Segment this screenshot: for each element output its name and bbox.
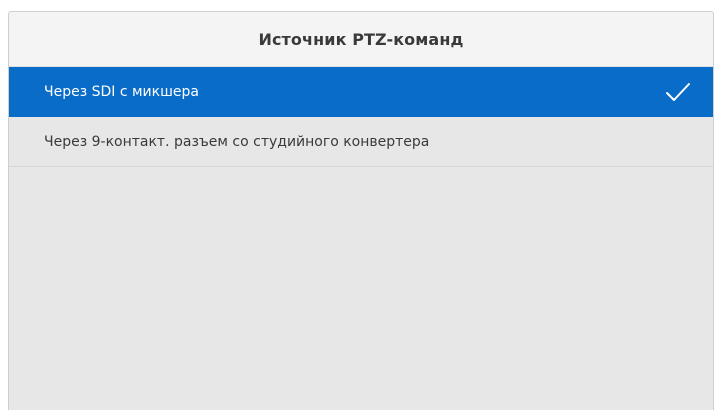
option-sdi-from-switcher[interactable]: Через SDI с микшера: [9, 67, 713, 117]
option-9pin-from-studio-converter[interactable]: Через 9-контакт. разъем со студийного ко…: [9, 117, 713, 167]
panel-title: Источник PTZ-команд: [258, 29, 464, 49]
option-label: Через 9-контакт. разъем со студийного ко…: [44, 133, 430, 150]
option-label: Через SDI с микшера: [44, 83, 200, 100]
ptz-source-panel: Источник PTZ-команд Через SDI с микшера …: [8, 11, 714, 410]
checkmark-icon: [666, 82, 690, 101]
panel-header: Источник PTZ-команд: [9, 12, 713, 67]
